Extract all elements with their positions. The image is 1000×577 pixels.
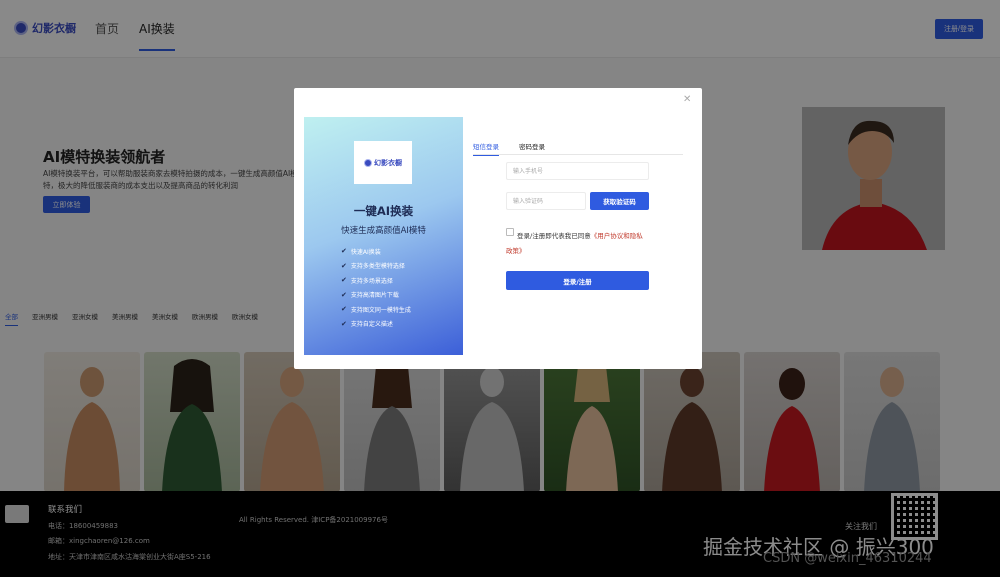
get-code-button[interactable]: 获取验证码: [590, 192, 649, 210]
check-icon: ✔: [341, 305, 347, 314]
agreement-link-continued[interactable]: 政策》: [506, 245, 526, 255]
check-icon: ✔: [341, 261, 347, 270]
agreement-checkbox[interactable]: [506, 228, 514, 236]
feature-item: ✔ 快速AI换装: [341, 247, 381, 256]
agreement-link[interactable]: 《用户协议和隐私: [591, 232, 643, 240]
feature-item: ✔ 支持高清图片下载: [341, 290, 399, 300]
promo-logo: 幻影衣橱: [354, 141, 412, 184]
check-icon: ✔: [341, 290, 347, 299]
check-icon: ✔: [341, 276, 347, 285]
tab-sms-login[interactable]: 短信登录: [473, 141, 499, 156]
phone-input[interactable]: [506, 162, 649, 180]
verification-code-input[interactable]: [506, 192, 586, 210]
feature-item: ✔ 支持多场景选择: [341, 276, 393, 285]
login-register-button[interactable]: 登录/注册: [506, 271, 649, 290]
feature-item: ✔ 支持自定义描述: [341, 319, 393, 329]
logo-icon: [364, 158, 372, 167]
promo-title: 一键AI换装: [353, 204, 414, 218]
promo-subtitle: 快速生成高颜值AI模特: [341, 226, 426, 236]
login-modal: ✕ 幻影衣橱 一键AI换装 快速生成高颜值AI模特 ✔ 快速AI换装 ✔ 支持多类型…: [294, 88, 702, 369]
check-icon: ✔: [341, 247, 347, 256]
close-icon[interactable]: ✕: [683, 94, 691, 105]
feature-item: ✔ 支持多类型模特选择: [341, 261, 405, 271]
agreement-text: 登录/注册即代表我已同意《用户协议和隐私: [517, 232, 643, 240]
feature-item: ✔ 支持图文同一模特生成: [341, 305, 411, 314]
feature-list: ✔ 快速AI换装 ✔ 支持多类型模特选择 ✔ 支持多场景选择 ✔ 支持高清图片下载 ✔ 支…: [341, 244, 411, 331]
tab-password-login[interactable]: 密码登录: [519, 141, 545, 155]
promo-panel: 幻影衣橱 一键AI换装 快速生成高颜值AI模特 ✔ 快速AI换装 ✔ 支持多类型模特…: [304, 117, 463, 355]
check-icon: ✔: [341, 319, 347, 328]
promo-logo-text: 幻影衣橱: [374, 158, 402, 167]
login-tabs: 短信登录 密码登录: [473, 141, 683, 156]
